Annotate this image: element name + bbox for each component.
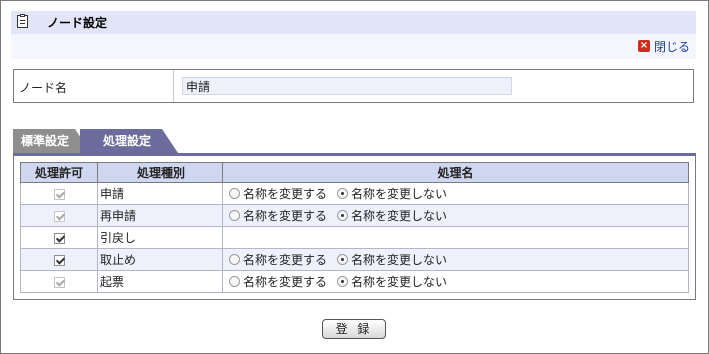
allowed-checkbox[interactable] xyxy=(53,254,65,266)
allowed-checkbox[interactable] xyxy=(53,232,65,244)
process-type-cell: 起票 xyxy=(97,270,223,293)
allowed-cell xyxy=(20,270,98,293)
header-bar: ノード設定 xyxy=(11,11,696,34)
process-type-cell: 再申請 xyxy=(97,204,223,227)
radio-button[interactable] xyxy=(337,254,349,265)
process-type-cell: 取止め xyxy=(97,248,223,271)
radio-label: 名称を変更しない xyxy=(351,187,448,201)
radio-label: 名称を変更する xyxy=(243,275,328,289)
radio-button[interactable] xyxy=(229,188,240,199)
header-process-name: 処理名 xyxy=(222,162,689,183)
radio-button[interactable] xyxy=(229,254,240,265)
allowed-cell xyxy=(20,248,98,271)
process-type-cell: 申請 xyxy=(97,182,223,205)
allowed-checkbox xyxy=(53,276,65,288)
node-name-label-cell: ノード名 xyxy=(14,70,174,102)
table-row: 引戻し xyxy=(20,226,689,249)
process-type-cell: 引戻し xyxy=(97,226,223,249)
allowed-cell xyxy=(20,204,98,227)
table-row: 取止め 名称を変更する 名称を変更しない xyxy=(20,248,689,271)
radio-button[interactable] xyxy=(337,276,349,287)
close-icon: × xyxy=(637,40,650,52)
close-label: 閉じる xyxy=(653,39,690,54)
sub-bar: × 閉じる xyxy=(11,34,696,59)
clipboard-icon xyxy=(17,14,28,28)
header-allowed: 処理許可 xyxy=(20,162,98,183)
keep-name-radio[interactable]: 名称を変更しない xyxy=(331,251,447,268)
process-name-cell: 名称を変更する 名称を変更しない xyxy=(222,182,689,205)
process-name-cell xyxy=(222,226,689,249)
process-name-cell: 名称を変更する 名称を変更しない xyxy=(222,270,689,293)
table-header-row: 処理許可 処理種別 処理名 xyxy=(20,162,689,183)
register-button[interactable]: 登 録 xyxy=(322,319,386,339)
table-row: 再申請 名称を変更する 名称を変更しない xyxy=(20,204,689,227)
node-name-row: ノード名 xyxy=(13,69,694,103)
rename-radio[interactable]: 名称を変更する xyxy=(223,207,327,224)
allowed-checkbox xyxy=(53,210,65,222)
table-row: 起票 名称を変更する 名称を変更しない xyxy=(20,270,689,293)
node-name-input[interactable] xyxy=(182,77,512,95)
keep-name-radio[interactable]: 名称を変更しない xyxy=(331,207,447,224)
radio-label: 名称を変更しない xyxy=(351,209,448,223)
radio-label: 名称を変更しない xyxy=(351,275,448,289)
radio-label: 名称を変更しない xyxy=(351,253,448,267)
table-row: 申請 名称を変更する 名称を変更しない xyxy=(20,182,689,205)
process-table-container: 処理許可 処理種別 処理名 申請 名称を変更する 名称を変更しない 再申請 名称を変更す… xyxy=(13,156,696,300)
header-type: 処理種別 xyxy=(97,162,223,183)
radio-button[interactable] xyxy=(229,276,240,287)
rename-radio[interactable]: 名称を変更する xyxy=(223,251,327,268)
node-name-label: ノード名 xyxy=(19,81,68,95)
process-table: 処理許可 処理種別 処理名 申請 名称を変更する 名称を変更しない 再申請 名称を変更す… xyxy=(20,162,689,293)
process-name-cell: 名称を変更する 名称を変更しない xyxy=(222,204,689,227)
allowed-cell xyxy=(20,226,98,249)
radio-label: 名称を変更する xyxy=(243,209,328,223)
close-link[interactable]: × 閉じる xyxy=(637,39,690,54)
tab-process-settings[interactable]: 処理設定 xyxy=(80,129,178,153)
radio-button[interactable] xyxy=(337,188,349,199)
page-title: ノード設定 xyxy=(47,16,108,30)
rename-radio[interactable]: 名称を変更する xyxy=(223,185,327,202)
allowed-checkbox xyxy=(53,188,65,200)
allowed-cell xyxy=(20,182,98,205)
keep-name-radio[interactable]: 名称を変更しない xyxy=(331,185,447,202)
rename-radio[interactable]: 名称を変更する xyxy=(223,273,327,290)
radio-label: 名称を変更する xyxy=(243,187,328,201)
radio-label: 名称を変更する xyxy=(243,253,328,267)
keep-name-radio[interactable]: 名称を変更しない xyxy=(331,273,447,290)
radio-button[interactable] xyxy=(229,210,240,221)
radio-button[interactable] xyxy=(337,210,349,221)
process-name-cell: 名称を変更する 名称を変更しない xyxy=(222,248,689,271)
